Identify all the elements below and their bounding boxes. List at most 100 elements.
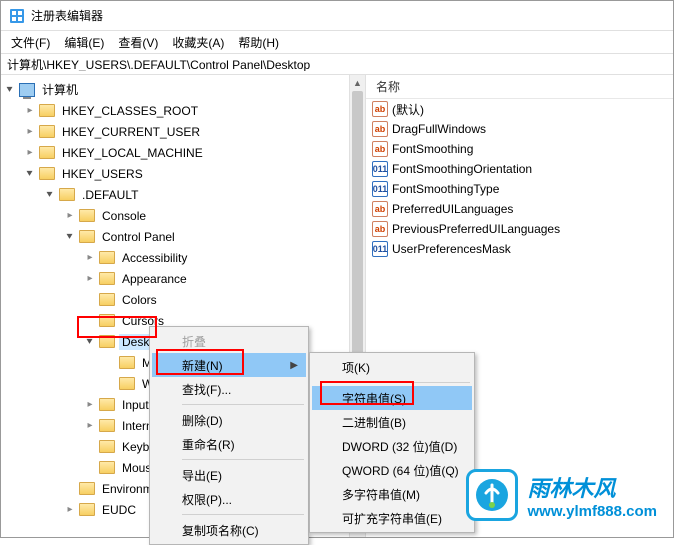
tree-default[interactable]: .DEFAULT bbox=[1, 184, 365, 205]
separator bbox=[342, 382, 470, 383]
list-item[interactable]: ab FontSmoothing bbox=[366, 139, 673, 159]
ctx-new-binary[interactable]: 二进制值(B) bbox=[312, 410, 472, 434]
twisty-icon[interactable] bbox=[83, 272, 97, 286]
reg-string-icon: ab bbox=[372, 121, 388, 137]
scroll-up-icon[interactable]: ▲ bbox=[350, 75, 365, 91]
twisty-icon[interactable] bbox=[23, 167, 37, 181]
twisty-icon[interactable] bbox=[83, 251, 97, 265]
folder-icon bbox=[99, 314, 115, 327]
separator bbox=[182, 514, 304, 515]
list-item[interactable]: 011FontSmoothingOrientation bbox=[366, 159, 673, 179]
twisty-icon[interactable] bbox=[3, 83, 17, 97]
list-item[interactable]: abPreviousPreferredUILanguages bbox=[366, 219, 673, 239]
value-name: FontSmoothing bbox=[392, 142, 473, 156]
ctx-new-expandstring[interactable]: 可扩充字符串值(E) bbox=[312, 506, 472, 530]
ctx-label: 重命名(R) bbox=[182, 436, 235, 453]
folder-icon bbox=[79, 230, 95, 243]
list-item[interactable]: 011UserPreferencesMask bbox=[366, 239, 673, 259]
reg-binary-icon: 011 bbox=[372, 181, 388, 197]
ctx-label: 导出(E) bbox=[182, 467, 222, 484]
folder-icon bbox=[39, 167, 55, 180]
list-header-name[interactable]: 名称 bbox=[366, 75, 673, 99]
twisty-icon bbox=[83, 461, 97, 475]
folder-icon bbox=[99, 440, 115, 453]
folder-icon bbox=[59, 188, 75, 201]
value-name: FontSmoothingType bbox=[392, 182, 499, 196]
twisty-icon[interactable] bbox=[83, 398, 97, 412]
tree-colors[interactable]: Colors bbox=[1, 289, 365, 310]
value-name: FontSmoothingOrientation bbox=[392, 162, 532, 176]
list-item[interactable]: 011 FontSmoothingType bbox=[366, 179, 673, 199]
tree-label: HKEY_CLASSES_ROOT bbox=[59, 103, 201, 119]
list-item[interactable]: ab(默认) bbox=[366, 99, 673, 119]
twisty-icon[interactable] bbox=[63, 209, 77, 223]
ctx-label: 新建(N) bbox=[182, 357, 223, 374]
ctx-label: QWORD (64 位)值(Q) bbox=[342, 462, 459, 479]
ctx-new-qword[interactable]: QWORD (64 位)值(Q) bbox=[312, 458, 472, 482]
ctx-permissions[interactable]: 权限(P)... bbox=[152, 487, 306, 511]
folder-icon bbox=[119, 356, 135, 369]
tree-hku[interactable]: HKEY_USERS bbox=[1, 163, 365, 184]
tree-hkcu[interactable]: HKEY_CURRENT_USER bbox=[1, 121, 365, 142]
twisty-icon[interactable] bbox=[63, 503, 77, 517]
tree-controlpanel[interactable]: Control Panel bbox=[1, 226, 365, 247]
tree-root[interactable]: 计算机 bbox=[1, 79, 365, 100]
ctx-new[interactable]: 新建(N) ▶ bbox=[152, 353, 306, 377]
tree-label: HKEY_LOCAL_MACHINE bbox=[59, 145, 206, 161]
twisty-icon bbox=[83, 293, 97, 307]
menu-favorites[interactable]: 收藏夹(A) bbox=[166, 32, 230, 53]
tree-hklm[interactable]: HKEY_LOCAL_MACHINE bbox=[1, 142, 365, 163]
folder-icon bbox=[99, 251, 115, 264]
twisty-icon[interactable] bbox=[83, 335, 97, 349]
ctx-new-multistring[interactable]: 多字符串值(M) bbox=[312, 482, 472, 506]
twisty-icon[interactable] bbox=[83, 419, 97, 433]
twisty-icon[interactable] bbox=[23, 146, 37, 160]
ctx-export[interactable]: 导出(E) bbox=[152, 463, 306, 487]
menu-edit[interactable]: 编辑(E) bbox=[58, 32, 110, 53]
list-item[interactable]: abPreferredUILanguages bbox=[366, 199, 673, 219]
list-header-label: 名称 bbox=[376, 78, 400, 95]
twisty-icon[interactable] bbox=[23, 104, 37, 118]
tree-label: Appearance bbox=[119, 271, 190, 287]
ctx-label: 多字符串值(M) bbox=[342, 486, 420, 503]
twisty-icon[interactable] bbox=[63, 230, 77, 244]
reg-string-icon: ab bbox=[372, 201, 388, 217]
tree-label: Input bbox=[119, 397, 152, 413]
tree-label: .DEFAULT bbox=[79, 187, 141, 203]
tree-hkcr[interactable]: HKEY_CLASSES_ROOT bbox=[1, 100, 365, 121]
ctx-label: 删除(D) bbox=[182, 412, 223, 429]
ctx-find[interactable]: 查找(F)... bbox=[152, 377, 306, 401]
tree-accessibility[interactable]: Accessibility bbox=[1, 247, 365, 268]
reg-string-icon: ab bbox=[372, 141, 388, 157]
scroll-thumb[interactable] bbox=[352, 91, 363, 368]
tree-label: 计算机 bbox=[39, 80, 81, 99]
address-input[interactable] bbox=[7, 57, 667, 71]
menu-file[interactable]: 文件(F) bbox=[5, 32, 56, 53]
twisty-icon[interactable] bbox=[23, 125, 37, 139]
ctx-delete[interactable]: 删除(D) bbox=[152, 408, 306, 432]
address-bar bbox=[1, 53, 673, 75]
ctx-new-key[interactable]: 项(K) bbox=[312, 355, 472, 379]
ctx-new-string[interactable]: 字符串值(S) bbox=[312, 386, 472, 410]
ctx-label: 二进制值(B) bbox=[342, 414, 406, 431]
folder-icon bbox=[99, 461, 115, 474]
tree-appearance[interactable]: Appearance bbox=[1, 268, 365, 289]
twisty-icon bbox=[83, 314, 97, 328]
folder-icon bbox=[39, 104, 55, 117]
twisty-icon[interactable] bbox=[43, 188, 57, 202]
ctx-label: 查找(F)... bbox=[182, 381, 231, 398]
menu-view[interactable]: 查看(V) bbox=[112, 32, 164, 53]
tree-label: HKEY_USERS bbox=[59, 166, 146, 182]
ctx-copy-key-name[interactable]: 复制项名称(C) bbox=[152, 518, 306, 542]
menu-help[interactable]: 帮助(H) bbox=[232, 32, 285, 53]
ctx-new-dword[interactable]: DWORD (32 位)值(D) bbox=[312, 434, 472, 458]
ctx-rename[interactable]: 重命名(R) bbox=[152, 432, 306, 456]
ctx-label: 字符串值(S) bbox=[342, 390, 406, 407]
submenu-arrow-icon: ▶ bbox=[290, 360, 298, 371]
folder-icon bbox=[99, 419, 115, 432]
tree-console[interactable]: Console bbox=[1, 205, 365, 226]
list-item[interactable]: abDragFullWindows bbox=[366, 119, 673, 139]
folder-icon bbox=[79, 503, 95, 516]
tree-label: Colors bbox=[119, 292, 160, 308]
value-name: (默认) bbox=[392, 101, 424, 118]
